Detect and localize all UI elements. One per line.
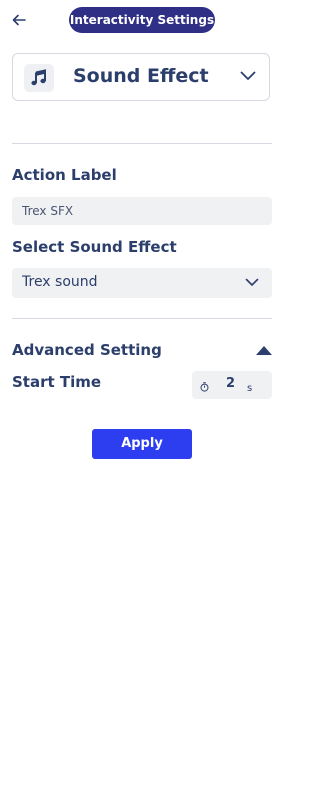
action-label-heading: Action Label	[12, 166, 117, 184]
interaction-type-value: Sound Effect	[73, 65, 209, 87]
apply-button[interactable]: Apply	[92, 429, 192, 459]
interaction-type-select[interactable]: Sound Effect	[12, 53, 270, 101]
music-note-icon	[24, 64, 54, 92]
divider	[12, 318, 272, 319]
header: Interactivity Settings	[0, 0, 292, 40]
sound-effect-heading: Select Sound Effect	[12, 238, 177, 256]
page-title: Interactivity Settings	[69, 7, 215, 33]
action-label-input[interactable]	[12, 197, 272, 225]
sound-effect-value: Trex sound	[22, 274, 98, 290]
sound-effect-select[interactable]: Trex sound	[12, 268, 272, 298]
chevron-down-icon	[245, 278, 259, 286]
start-time-field[interactable]: 2 s	[192, 371, 272, 399]
timer-icon	[200, 382, 209, 392]
advanced-setting-heading: Advanced Setting	[12, 341, 162, 359]
chevron-down-icon	[240, 71, 256, 80]
start-time-label: Start Time	[12, 373, 102, 391]
caret-up-icon[interactable]	[256, 345, 272, 355]
arrow-left-icon[interactable]	[11, 12, 27, 28]
start-time-unit: s	[247, 383, 253, 394]
divider	[12, 143, 272, 144]
start-time-value: 2	[226, 376, 236, 391]
